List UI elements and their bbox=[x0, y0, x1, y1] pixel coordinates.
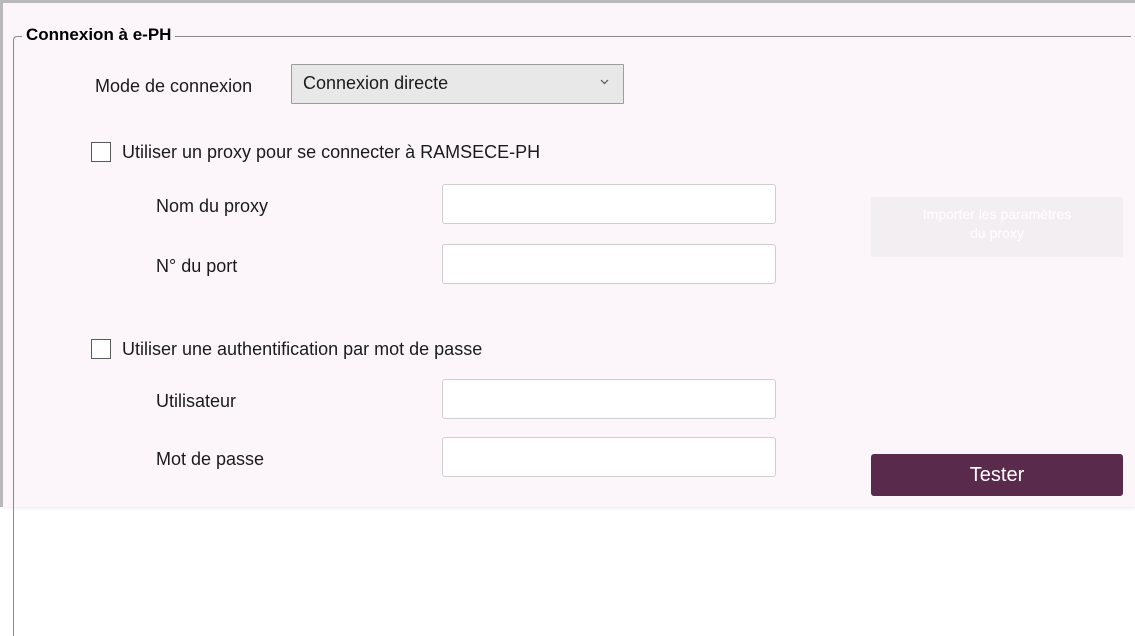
proxy-port-label: N° du port bbox=[156, 256, 238, 276]
use-proxy-checkbox[interactable] bbox=[91, 142, 111, 162]
user-label: Utilisateur bbox=[156, 391, 237, 411]
proxy-name-label: Nom du proxy bbox=[156, 196, 269, 216]
connection-mode-selected: Connexion directe bbox=[303, 73, 449, 93]
test-button[interactable]: Tester bbox=[871, 454, 1123, 496]
import-proxy-settings-line1: Importer les paramètres bbox=[922, 206, 1072, 222]
use-proxy-label[interactable]: Utiliser un proxy pour se connecter à RA… bbox=[122, 140, 540, 164]
password-label: Mot de passe bbox=[156, 449, 265, 469]
connection-mode-label: Mode de connexion bbox=[95, 76, 253, 96]
chevron-down-icon bbox=[600, 79, 609, 85]
proxy-port-input[interactable] bbox=[442, 244, 776, 284]
user-input[interactable] bbox=[442, 379, 776, 419]
proxy-name-input[interactable] bbox=[442, 184, 776, 224]
use-password-auth-checkbox[interactable] bbox=[91, 339, 111, 359]
settings-panel: Connexion à e-PH Mode de connexion Conne… bbox=[0, 0, 1135, 636]
groupbox-border bbox=[13, 36, 1131, 636]
use-password-auth-label[interactable]: Utiliser une authentification par mot de… bbox=[122, 337, 482, 361]
connection-mode-dropdown[interactable]: Connexion directe bbox=[291, 64, 624, 104]
import-proxy-settings-line2: du proxy bbox=[970, 225, 1024, 241]
import-proxy-settings-button[interactable]: Importer les paramètres du proxy bbox=[871, 197, 1123, 257]
password-input[interactable] bbox=[442, 437, 776, 477]
groupbox-title: Connexion à e-PH bbox=[22, 23, 176, 47]
